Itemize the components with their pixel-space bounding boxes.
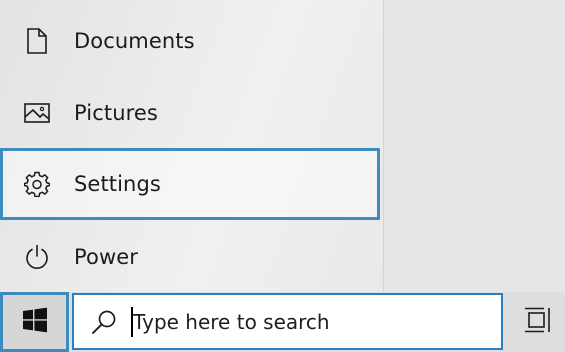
start-menu-item-documents[interactable]: Documents	[0, 5, 382, 77]
search-icon	[90, 308, 118, 336]
gear-icon	[23, 170, 51, 198]
start-menu-item-power[interactable]: Power	[0, 221, 382, 293]
start-menu-item-pictures[interactable]: Pictures	[0, 77, 382, 149]
taskbar	[0, 292, 565, 352]
pictures-label: Pictures	[74, 101, 158, 125]
settings-label: Settings	[74, 172, 161, 196]
task-view-icon	[524, 307, 552, 337]
start-button[interactable]	[0, 292, 69, 352]
document-icon	[23, 27, 51, 55]
windows-logo-icon	[22, 307, 48, 337]
power-label: Power	[74, 245, 138, 269]
task-view-button[interactable]	[516, 304, 560, 340]
power-icon	[23, 243, 51, 271]
search-box[interactable]	[72, 293, 503, 350]
search-input[interactable]	[133, 309, 473, 334]
start-menu: Documents Pictures Settings Power	[0, 0, 384, 292]
documents-label: Documents	[74, 29, 195, 53]
start-menu-item-settings[interactable]: Settings	[0, 148, 380, 220]
pictures-icon	[23, 99, 51, 127]
desktop-background	[384, 0, 565, 292]
